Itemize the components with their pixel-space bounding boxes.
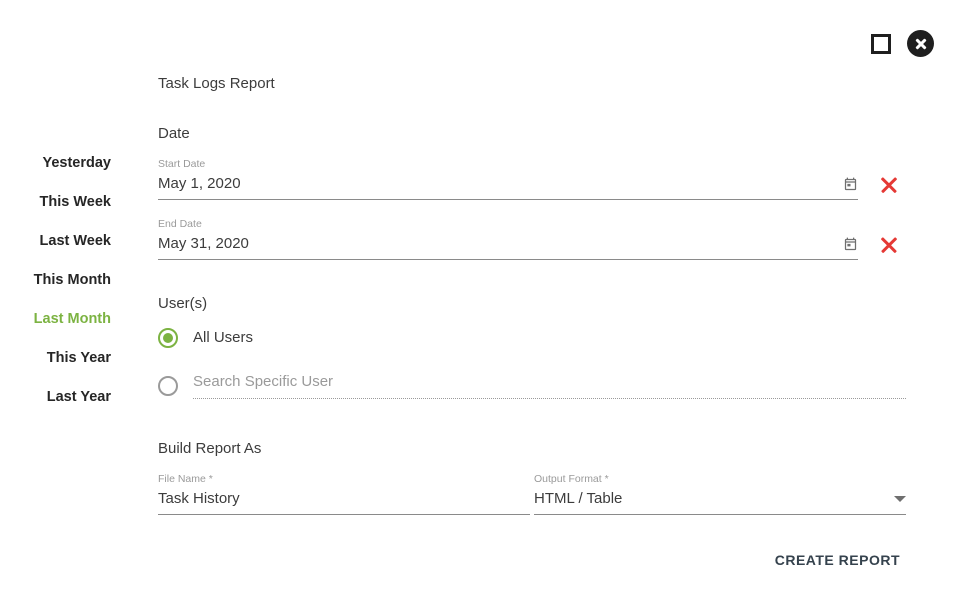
create-report-button[interactable]: Create Report bbox=[769, 548, 906, 572]
preset-this-month[interactable]: This Month bbox=[0, 272, 111, 289]
output-format-value: HTML / Table bbox=[534, 490, 623, 507]
preset-last-month[interactable]: Last Month bbox=[0, 311, 111, 328]
file-name-field[interactable]: File Name * bbox=[158, 473, 530, 515]
window-controls bbox=[871, 30, 934, 57]
radio-selected-icon[interactable] bbox=[158, 328, 178, 348]
clear-end-date-icon[interactable] bbox=[872, 230, 906, 260]
file-name-label: File Name * bbox=[158, 473, 213, 485]
start-date-input[interactable] bbox=[158, 174, 835, 194]
preset-yesterday[interactable]: Yesterday bbox=[0, 155, 111, 172]
radio-all-users[interactable]: All Users bbox=[158, 328, 906, 348]
users-section-heading: User(s) bbox=[158, 295, 208, 312]
radio-unselected-icon[interactable] bbox=[158, 375, 178, 396]
maximize-icon[interactable] bbox=[871, 33, 891, 54]
build-report-section: Build Report As File Name * Output Forma… bbox=[158, 439, 906, 515]
date-section: Date Start Date End Da bbox=[158, 124, 906, 260]
build-report-heading: Build Report As bbox=[158, 440, 262, 457]
calendar-icon[interactable] bbox=[843, 177, 858, 192]
start-date-field[interactable]: Start Date bbox=[158, 158, 858, 200]
start-date-row: Start Date bbox=[158, 158, 906, 200]
calendar-icon[interactable] bbox=[843, 237, 858, 252]
radio-all-users-label: All Users bbox=[193, 329, 254, 346]
users-section: User(s) All Users bbox=[158, 294, 906, 399]
preset-last-year[interactable]: Last Year bbox=[0, 389, 111, 406]
radio-specific-user-row[interactable] bbox=[158, 372, 906, 399]
file-name-input[interactable] bbox=[158, 489, 530, 509]
end-date-field[interactable]: End Date bbox=[158, 218, 858, 260]
page-title: Task Logs Report bbox=[158, 75, 275, 92]
date-section-heading: Date bbox=[158, 125, 190, 142]
close-icon[interactable] bbox=[907, 30, 934, 57]
report-form: Task Logs Report Date Start Date May 1, … bbox=[158, 74, 906, 515]
form-footer: Create Report bbox=[769, 548, 906, 572]
search-specific-user-input[interactable] bbox=[193, 372, 906, 399]
preset-last-week[interactable]: Last Week bbox=[0, 233, 111, 250]
output-format-label: Output Format * bbox=[534, 473, 609, 485]
chevron-down-icon[interactable] bbox=[894, 496, 906, 502]
preset-this-year[interactable]: This Year bbox=[0, 350, 111, 367]
preset-this-week[interactable]: This Week bbox=[0, 194, 111, 211]
end-date-input[interactable] bbox=[158, 234, 835, 254]
date-preset-list: Yesterday This Week Last Week This Month… bbox=[0, 155, 111, 428]
output-format-field[interactable]: Output Format * HTML / Table bbox=[534, 473, 906, 515]
start-date-label: Start Date bbox=[158, 158, 206, 170]
clear-start-date-icon[interactable] bbox=[872, 170, 906, 200]
end-date-row: End Date bbox=[158, 218, 906, 260]
end-date-label: End Date bbox=[158, 218, 202, 230]
